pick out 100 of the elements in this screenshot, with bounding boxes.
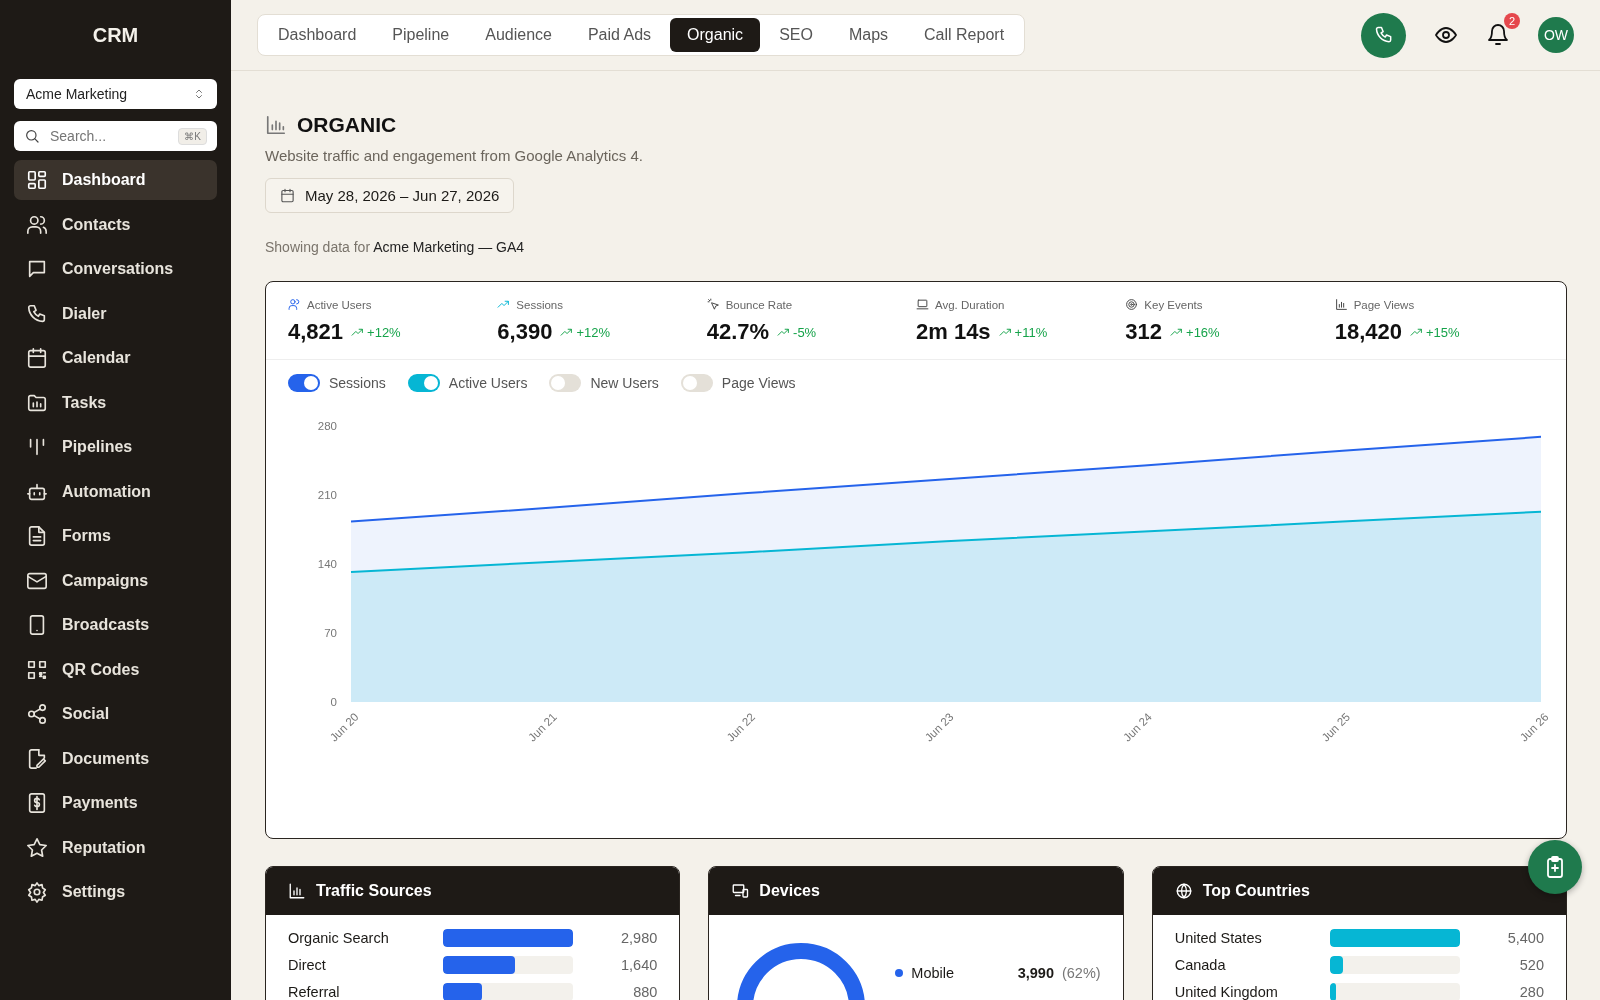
toggle-label: Page Views bbox=[721, 375, 796, 391]
axis-tick-label: 280 bbox=[317, 420, 337, 432]
grid-icon bbox=[26, 169, 48, 191]
account-select[interactable]: Acme Marketing bbox=[14, 79, 217, 109]
call-button[interactable] bbox=[1361, 12, 1406, 58]
qr-code-icon bbox=[26, 658, 48, 681]
axis-tick-label: Jun 26 bbox=[1517, 710, 1551, 744]
card-title: Devices bbox=[759, 882, 820, 900]
trend-up-icon bbox=[560, 326, 574, 339]
bar-chart-icon bbox=[1334, 298, 1348, 311]
trend-up-icon bbox=[1409, 326, 1423, 339]
document-icon bbox=[26, 525, 48, 547]
card-title: Top Countries bbox=[1202, 882, 1310, 900]
metric-value: 2m 14s bbox=[916, 319, 991, 345]
sidebar-item[interactable]: Documents bbox=[14, 738, 217, 779]
settings-icon bbox=[26, 881, 48, 903]
dollar-icon bbox=[26, 792, 48, 814]
tab[interactable]: SEO bbox=[762, 18, 830, 52]
row-value: 2,980 bbox=[620, 930, 658, 946]
sidebar-item[interactable]: Settings bbox=[14, 872, 217, 912]
target-icon bbox=[1125, 298, 1139, 311]
chat-icon bbox=[26, 258, 48, 280]
bar-chart-icon bbox=[265, 114, 287, 136]
sidebar-item[interactable]: Contacts bbox=[14, 204, 217, 245]
row-label: United States bbox=[1174, 930, 1263, 946]
tab[interactable]: Organic bbox=[670, 18, 761, 52]
data-source-note: Showing data for Acme Marketing — GA4 bbox=[265, 239, 526, 255]
search-input[interactable]: Search... bbox=[48, 127, 171, 145]
trend-up-icon bbox=[998, 326, 1012, 339]
metric-value: 6,390 bbox=[497, 319, 553, 345]
axis-tick-label: 210 bbox=[317, 489, 337, 501]
metric-label: Page Views bbox=[1353, 298, 1415, 311]
sidebar-item[interactable]: Broadcasts bbox=[14, 605, 217, 645]
toggle-switch[interactable] bbox=[549, 374, 582, 392]
sidebar-item[interactable]: Calendar bbox=[14, 338, 217, 378]
legend-value: 3,990 bbox=[1017, 965, 1054, 981]
sidebar-item[interactable]: Forms bbox=[14, 516, 217, 556]
clipboard-button[interactable] bbox=[1528, 840, 1582, 894]
axis-tick-label: 140 bbox=[317, 558, 337, 570]
sidebar-item[interactable]: Pipelines bbox=[14, 427, 217, 467]
tab[interactable]: Maps bbox=[831, 18, 906, 52]
row-label: Direct bbox=[288, 957, 327, 973]
axis-tick-label: Jun 20 bbox=[327, 710, 361, 744]
axis-tick-label: Jun 23 bbox=[922, 710, 956, 744]
tab[interactable]: Audience bbox=[468, 18, 569, 52]
pointer-icon bbox=[706, 298, 720, 311]
sidebar-item[interactable]: Dashboard bbox=[14, 160, 217, 200]
axis-tick-label: 70 bbox=[324, 627, 337, 639]
tab[interactable]: Pipeline bbox=[375, 18, 467, 52]
app-logo: CRM bbox=[91, 24, 140, 47]
sidebar-item[interactable]: Social bbox=[14, 694, 217, 734]
sidebar-item[interactable]: Conversations bbox=[14, 249, 217, 289]
toggle-label: New Users bbox=[590, 375, 659, 391]
metric-value: 18,420 bbox=[1334, 319, 1402, 345]
toggle-label: Sessions bbox=[329, 375, 386, 391]
toggle-switch[interactable] bbox=[288, 374, 320, 392]
trend-up-icon bbox=[777, 326, 791, 339]
devices-icon bbox=[731, 882, 750, 900]
sidebar-item[interactable]: Tasks bbox=[14, 382, 217, 423]
tab[interactable]: Dashboard bbox=[261, 18, 374, 52]
metric-value: 312 bbox=[1125, 319, 1163, 345]
toggle-switch[interactable] bbox=[407, 374, 440, 392]
toggle-label: Active Users bbox=[448, 375, 528, 391]
sidebar-item[interactable]: Dialer bbox=[14, 293, 217, 334]
date-range-button[interactable]: May 28, 2026 – Jun 27, 2026 bbox=[265, 178, 515, 213]
axis-tick-label: Jun 21 bbox=[526, 710, 559, 744]
metric-label: Avg. Duration bbox=[935, 298, 1005, 311]
metric-value: 4,821 bbox=[288, 319, 344, 345]
sidebar-item[interactable]: Automation bbox=[14, 471, 217, 512]
bell-icon[interactable] bbox=[1486, 23, 1510, 47]
search-field[interactable]: Search... ⌘K bbox=[14, 121, 217, 151]
share-icon bbox=[26, 703, 48, 725]
sidebar-item[interactable]: QR Codes bbox=[14, 649, 217, 690]
row-label: Referral bbox=[288, 984, 341, 1000]
sidebar-item[interactable]: Campaigns bbox=[14, 560, 217, 601]
toggle-switch[interactable] bbox=[680, 374, 713, 392]
legend-label: Mobile bbox=[911, 965, 956, 981]
user-avatar[interactable]: OW bbox=[1538, 17, 1574, 53]
tab[interactable]: Call Report bbox=[907, 18, 1022, 52]
metric-change: +11% bbox=[1014, 325, 1048, 340]
card-title: Traffic Sources bbox=[316, 882, 432, 900]
metric-change: +16% bbox=[1186, 325, 1220, 340]
trend-up-icon bbox=[1170, 326, 1184, 339]
calendar-icon bbox=[280, 188, 295, 203]
trend-up-icon bbox=[351, 326, 365, 339]
row-label: United Kingdom bbox=[1174, 984, 1279, 1000]
row-label: Organic Search bbox=[288, 930, 390, 946]
trend-up-icon bbox=[497, 298, 511, 311]
laptop-icon bbox=[916, 298, 929, 311]
sidebar-item[interactable]: Reputation bbox=[14, 827, 217, 868]
sidebar-item[interactable]: Payments bbox=[14, 783, 217, 823]
row-value: 5,400 bbox=[1506, 930, 1544, 946]
axis-tick-label: 0 bbox=[330, 696, 337, 708]
phone-icon bbox=[1373, 25, 1394, 45]
row-value: 280 bbox=[1518, 984, 1544, 1000]
metric-change: +12% bbox=[576, 325, 610, 340]
metric-label: Bounce Rate bbox=[725, 298, 793, 311]
tab[interactable]: Paid Ads bbox=[570, 18, 669, 52]
row-value: 520 bbox=[1518, 957, 1544, 973]
legend-share: (62%) bbox=[1061, 965, 1101, 981]
